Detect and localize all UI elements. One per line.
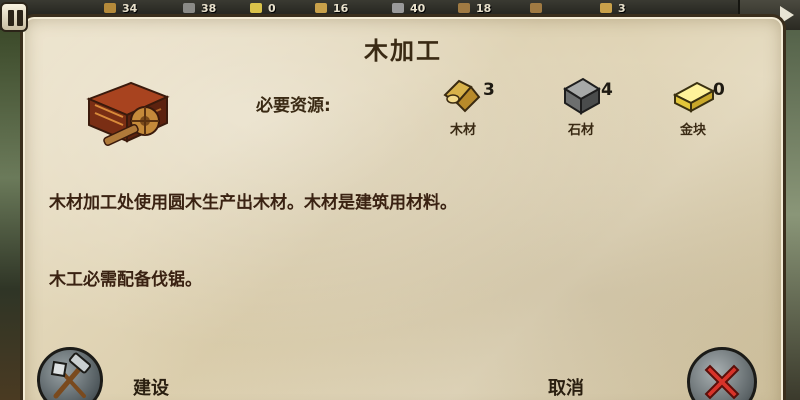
- pause-button[interactable]: [0, 2, 28, 32]
- building-info-dialog: 木加工 必要资源: 3 木材 4 石材 0 金块 木材加工处使用圆木生产出木材。…: [20, 14, 786, 400]
- gold-count: 0: [713, 80, 725, 100]
- people-icon: [600, 3, 612, 13]
- build-label[interactable]: 建设: [133, 374, 169, 400]
- iron-icon: [392, 3, 404, 13]
- resource-stone: 4 石材: [559, 75, 649, 155]
- map-background-left: [0, 30, 22, 400]
- gold-name: 金块: [679, 123, 706, 138]
- resource-wood: 3 木材: [441, 75, 531, 155]
- gold-bar-icon: [672, 81, 715, 113]
- wood-count: 3: [483, 80, 495, 100]
- description-text: 木材加工处使用圆木生产出木材。木材是建筑用材料。: [49, 193, 457, 213]
- wood-log-icon: [443, 79, 481, 113]
- cancel-button[interactable]: [687, 347, 757, 400]
- wood-name: 木材: [449, 123, 476, 138]
- build-button[interactable]: [37, 347, 103, 400]
- close-icon: [704, 364, 740, 400]
- pause-icon-bar: [17, 10, 23, 26]
- stone-count: 4: [601, 80, 613, 100]
- required-resources-label: 必要资源:: [256, 96, 331, 116]
- food-icon: [315, 3, 327, 13]
- wood-icon: [104, 3, 116, 13]
- stone-block-icon: [563, 77, 601, 115]
- game-screen: 34 38 0 16 40 18 3 木加工 必要资源: 3 木材 4 石材 0…: [0, 0, 800, 400]
- resource-gold: 0 金块: [671, 75, 761, 155]
- cancel-label[interactable]: 取消: [548, 374, 584, 400]
- gold-icon: [250, 3, 262, 13]
- hammer-shovel-icon: [50, 352, 92, 399]
- dialog-title: 木加工: [364, 37, 442, 65]
- sawmill-building-icon: [86, 81, 170, 146]
- requirement-text: 木工必需配备伐锯。: [49, 270, 202, 290]
- weapon-icon: [458, 3, 470, 13]
- pause-icon-bar: [8, 10, 14, 26]
- tool-icon: [530, 3, 542, 13]
- stone-name: 石材: [567, 123, 594, 138]
- map-background-right: [784, 30, 800, 400]
- stone-icon: [183, 3, 195, 13]
